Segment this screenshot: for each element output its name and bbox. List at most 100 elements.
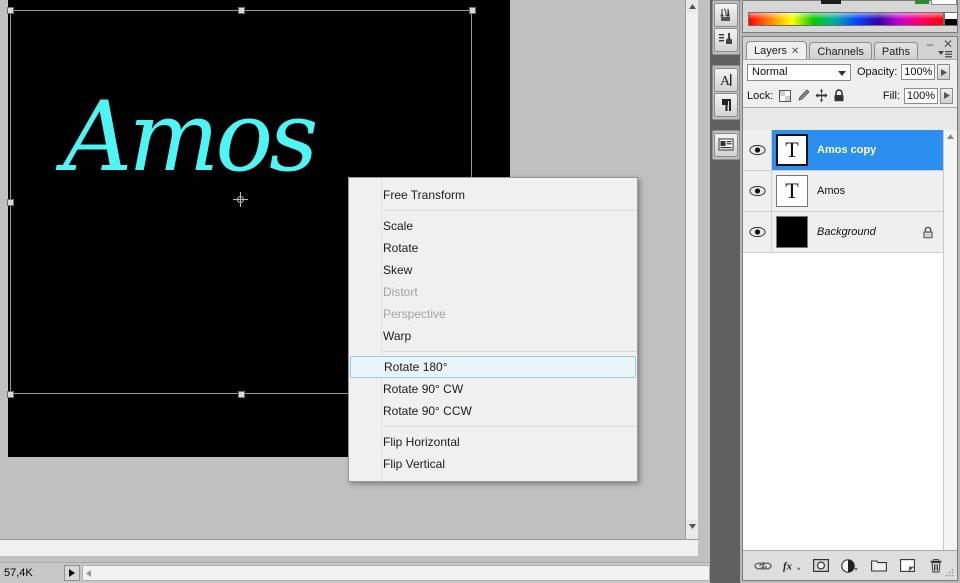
layer-thumbnail[interactable]: T bbox=[776, 175, 808, 207]
panel-tabs: Layers ✕ Channels Paths bbox=[743, 41, 920, 60]
info-panel-icon[interactable] bbox=[714, 133, 738, 157]
transform-reference-point-icon[interactable] bbox=[233, 192, 248, 207]
table-row[interactable]: T Amos copy bbox=[743, 130, 957, 171]
lock-position-icon[interactable] bbox=[813, 88, 829, 104]
status-menu-arrow-icon[interactable] bbox=[64, 565, 80, 581]
layer-list[interactable]: T Amos copy T Amos Background bbox=[743, 130, 957, 550]
menu-item-rotate-90-cw[interactable]: Rotate 90° CW bbox=[349, 378, 637, 400]
fill-stepper-icon[interactable] bbox=[940, 87, 953, 104]
menu-item-rotate[interactable]: Rotate bbox=[349, 237, 637, 259]
foreground-color-swatch[interactable] bbox=[821, 0, 841, 4]
scroll-down-icon[interactable] bbox=[686, 520, 698, 532]
menu-separator bbox=[383, 426, 637, 427]
resize-grip-icon[interactable] bbox=[945, 568, 954, 577]
paragraph-icon[interactable] bbox=[714, 93, 738, 117]
tab-channels[interactable]: Channels bbox=[809, 42, 872, 60]
lock-image-icon[interactable] bbox=[795, 88, 811, 104]
transform-handle-top-left[interactable] bbox=[7, 7, 14, 14]
menu-item-distort: Distort bbox=[383, 285, 418, 299]
photoshop-window: Amos 57,4K A Layers ✕ Channels Paths – ✕… bbox=[0, 0, 960, 583]
lock-transparency-icon[interactable] bbox=[777, 88, 793, 104]
new-group-icon[interactable] bbox=[870, 557, 888, 575]
new-layer-icon[interactable] bbox=[899, 557, 917, 575]
lock-label: Lock: bbox=[747, 89, 774, 102]
right-panel-column: Layers ✕ Channels Paths – ✕ Normal Opaci… bbox=[740, 0, 960, 583]
panel-menu-icon[interactable] bbox=[937, 49, 953, 59]
opacity-label: Opacity: bbox=[857, 66, 898, 78]
type-layer-glyph: T bbox=[785, 178, 799, 203]
document-size-readout: 57,4K bbox=[4, 567, 33, 579]
menu-item-flip-horizontal[interactable]: Flip Horizontal bbox=[349, 431, 637, 453]
layer-visibility-toggle[interactable] bbox=[743, 130, 772, 170]
transform-context-menu[interactable]: Free Transform Scale Rotate Skew Distort Pers… bbox=[348, 177, 638, 482]
menu-item-rotate-90-ccw[interactable]: Rotate 90° CCW bbox=[349, 400, 637, 422]
secondary-color-chip[interactable] bbox=[915, 0, 929, 4]
svg-text:A: A bbox=[720, 74, 731, 88]
color-spectrum-ramp[interactable] bbox=[748, 12, 944, 26]
tab-paths[interactable]: Paths bbox=[873, 42, 919, 60]
background-color-swatch[interactable] bbox=[931, 0, 957, 5]
canvas-horizontal-scrollbar[interactable] bbox=[0, 539, 698, 556]
menu-item-scale[interactable]: Scale bbox=[349, 215, 637, 237]
add-layer-mask-icon[interactable] bbox=[812, 557, 830, 575]
layer-style-fx-icon[interactable]: fx bbox=[783, 557, 801, 575]
menu-separator bbox=[383, 210, 637, 211]
fill-label: Fill: bbox=[882, 89, 900, 102]
transform-handle-top-center[interactable] bbox=[238, 7, 245, 14]
layer-name[interactable]: Amos copy bbox=[817, 144, 957, 156]
layer-name[interactable]: Amos bbox=[817, 185, 957, 197]
white-black-swatch[interactable] bbox=[944, 12, 958, 26]
menu-item-rotate-180[interactable]: Rotate 180° bbox=[350, 356, 636, 378]
dock-group-type: A bbox=[712, 65, 740, 120]
menu-item-free-transform[interactable]: Free Transform bbox=[349, 184, 637, 206]
tool-presets-icon[interactable] bbox=[714, 28, 738, 52]
transform-handle-bottom-center[interactable] bbox=[238, 391, 245, 398]
menu-item-perspective: Perspective bbox=[383, 307, 446, 321]
layer-visibility-toggle[interactable] bbox=[743, 171, 772, 211]
menu-item-warp[interactable]: Warp bbox=[349, 325, 637, 347]
delete-layer-icon[interactable] bbox=[927, 557, 945, 575]
close-icon[interactable]: ✕ bbox=[791, 46, 799, 57]
transform-handle-middle-left[interactable] bbox=[7, 199, 14, 206]
layer-locked-icon bbox=[921, 225, 935, 239]
layer-name[interactable]: Background bbox=[817, 226, 921, 238]
blend-mode-row: Normal Opacity: 100% bbox=[743, 59, 957, 84]
transform-handle-top-right[interactable] bbox=[469, 7, 476, 14]
opacity-input[interactable]: 100% bbox=[901, 64, 936, 80]
color-panel[interactable] bbox=[742, 0, 958, 33]
scroll-up-icon[interactable] bbox=[944, 130, 957, 143]
scroll-up-icon[interactable] bbox=[686, 0, 698, 12]
menu-item-skew[interactable]: Skew bbox=[349, 259, 637, 281]
transform-handle-bottom-left[interactable] bbox=[7, 391, 14, 398]
menu-item-list: Free Transform Scale Rotate Skew Distort Pers… bbox=[349, 184, 637, 475]
layer-thumbnail[interactable] bbox=[776, 216, 808, 248]
table-row[interactable]: Background bbox=[743, 212, 957, 253]
menu-item-flip-vertical[interactable]: Flip Vertical bbox=[349, 453, 637, 475]
blend-mode-select[interactable]: Normal bbox=[747, 63, 851, 81]
link-layers-icon[interactable] bbox=[754, 557, 773, 575]
character-icon[interactable]: A bbox=[714, 68, 738, 92]
tab-channels-label: Channels bbox=[817, 45, 864, 58]
dock-group-brushes bbox=[712, 0, 740, 55]
svg-text:fx: fx bbox=[783, 560, 793, 572]
tab-layers[interactable]: Layers ✕ bbox=[746, 41, 808, 60]
blend-mode-value: Normal bbox=[752, 66, 788, 78]
layer-visibility-toggle[interactable] bbox=[743, 212, 772, 252]
canvas-vertical-scrollbar[interactable] bbox=[685, 0, 698, 545]
brush-presets-icon[interactable] bbox=[714, 3, 738, 27]
type-layer-glyph: T bbox=[785, 137, 799, 162]
minimize-icon[interactable]: – bbox=[924, 38, 936, 50]
lock-all-icon[interactable] bbox=[831, 88, 847, 104]
panel-title-bar: Layers ✕ Channels Paths – ✕ bbox=[743, 37, 957, 60]
new-adjustment-layer-icon[interactable] bbox=[841, 557, 859, 575]
eye-icon bbox=[748, 226, 766, 238]
layer-list-scrollbar[interactable] bbox=[943, 130, 957, 550]
status-scroll-track[interactable] bbox=[82, 565, 710, 581]
layer-thumbnail[interactable]: T bbox=[776, 134, 808, 166]
layers-panel-footer: fx bbox=[743, 550, 957, 580]
chevron-down-icon bbox=[838, 70, 846, 76]
table-row[interactable]: T Amos bbox=[743, 171, 957, 212]
opacity-stepper-icon[interactable] bbox=[937, 64, 951, 80]
tab-layers-label: Layers bbox=[754, 45, 788, 57]
fill-input[interactable]: 100% bbox=[904, 87, 938, 104]
